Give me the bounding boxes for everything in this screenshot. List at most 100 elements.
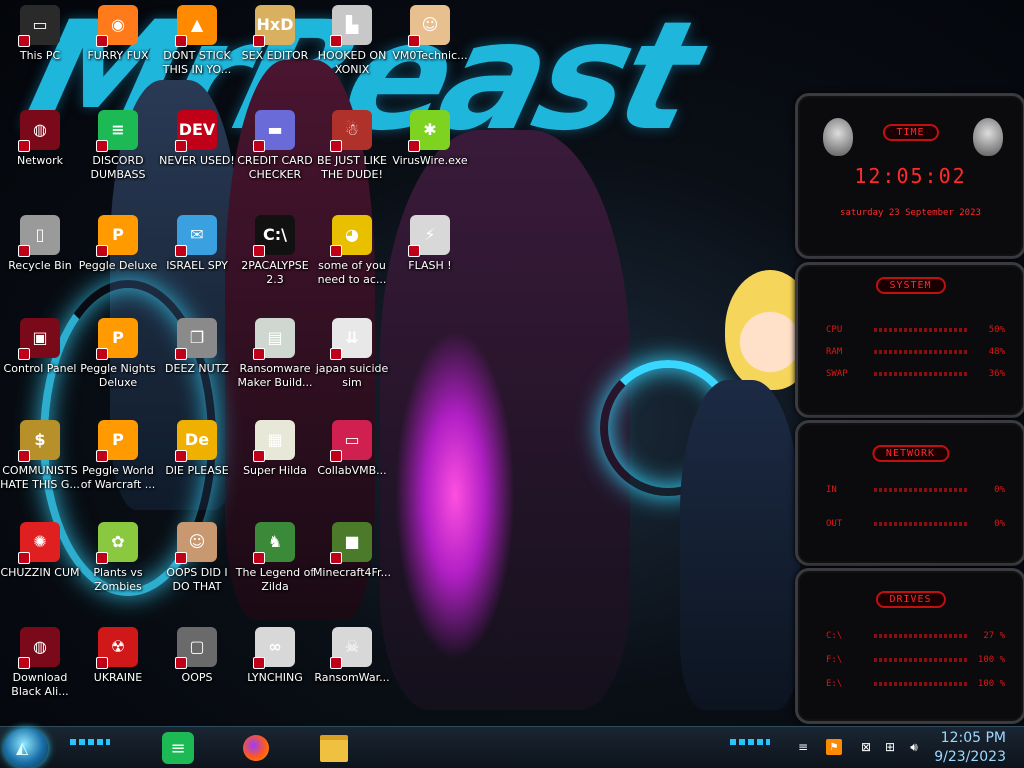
desktop-icon-12[interactable]: ▯ Recycle Bin (0, 215, 80, 273)
icon-label: OOPS DID I DO THAT (166, 566, 228, 593)
badge-icon (96, 657, 108, 669)
desktop-icon-27[interactable]: ▭ CollabVMB... (312, 420, 392, 478)
start-button[interactable]: ◭ (4, 728, 48, 768)
badge-icon (18, 245, 30, 257)
desktop-icon-37[interactable]: ☠ RansomWar... (312, 627, 392, 685)
file-icon: ⇊ (330, 318, 372, 360)
desktop-icon-1[interactable]: ◉ FURRY FUX (78, 5, 158, 63)
minecraft-icon: ■ (330, 522, 372, 564)
taskbar-file-explorer-button[interactable] (318, 732, 350, 764)
radiation-icon: ☢ (96, 627, 138, 669)
row-key: CPU (826, 325, 843, 335)
desktop-icon-29[interactable]: ✿ Plants vs Zombies (78, 522, 158, 594)
desktop-icon-33[interactable]: ◍ Download Black Ali... (0, 627, 80, 699)
desktop-icon-8[interactable]: DEV NEVER USED! (157, 110, 237, 168)
cpu-row: CPU 50% (826, 325, 1005, 335)
desktop-icon-34[interactable]: ☢ UKRAINE (78, 627, 158, 685)
dog-icon: ◕ (330, 215, 372, 257)
peggle-icon: P (96, 215, 138, 257)
desktop-icon-7[interactable]: ≡ DISCORD DUMBASS (78, 110, 158, 182)
taskbar-clock[interactable]: 12:05 PM 9/23/2023 (934, 729, 1006, 767)
desktop-icon-9[interactable]: ▬ CREDIT CARD CHECKER (235, 110, 315, 182)
desktop-icon-35[interactable]: ▢ OOPS (157, 627, 237, 685)
file-explorer-icon (320, 734, 348, 762)
desktop-icon-10[interactable]: ☃ BE JUST LIKE THE DUDE! (312, 110, 392, 182)
desktop-icon-21[interactable]: ▤ Ransomware Maker Build... (235, 318, 315, 390)
network-icon[interactable]: ⊞ (882, 739, 898, 755)
desktop-icon-13[interactable]: P Peggle Deluxe (78, 215, 158, 273)
desktop-icon-25[interactable]: De DIE PLEASE (157, 420, 237, 478)
gadget-title: DRIVES (875, 591, 946, 608)
time-gadget[interactable]: TIME 12:05:02 saturday 23 September 2023 (795, 93, 1024, 259)
flash-icon: ⚡ (408, 215, 450, 257)
desktop-icon-17[interactable]: ⚡ FLASH ! (390, 215, 470, 273)
icon-label: OOPS (181, 671, 213, 684)
desktop-icon-11[interactable]: ✱ VirusWire.exe (390, 110, 470, 168)
icon-label: The Legend of Zilda (235, 566, 315, 593)
desktop-icon-36[interactable]: ∞ LYNCHING (235, 627, 315, 685)
icon-label: HOOKED ON XONIX (317, 49, 387, 76)
badge-icon (175, 140, 187, 152)
volume-icon[interactable]: 🔊︎ (906, 739, 922, 755)
desktop-icon-22[interactable]: ⇊ japan suicide sim (312, 318, 392, 390)
alien-head-icon (973, 118, 1003, 156)
row-key: F:\ (826, 655, 843, 665)
desktop-icon-0[interactable]: ▭ This PC (0, 5, 80, 63)
taskbar-firefox-button[interactable] (240, 732, 272, 764)
desktop-icon-15[interactable]: C:\ 2PACALYPSE 2.3 (235, 215, 315, 287)
desktop-icon-28[interactable]: ✺ CHUZZIN CUM (0, 522, 80, 580)
desktop-icon-26[interactable]: ▦ Super Hilda (235, 420, 315, 478)
desktop-icon-6[interactable]: ◍ Network (0, 110, 80, 168)
desktop-icon-24[interactable]: P Peggle World of Warcraft ... (78, 420, 158, 492)
desktop-icon-5[interactable]: ☺ VM0Technic... (390, 5, 470, 63)
clock-time: 12:05 PM (940, 730, 1006, 746)
icon-label: This PC (19, 49, 61, 62)
badge-icon (18, 450, 30, 462)
system-gadget[interactable]: SYSTEM CPU 50% RAM 48% SWAP 36% (795, 262, 1024, 418)
desktop-icon-18[interactable]: ▣ Control Panel (0, 318, 80, 376)
desktop-icon-30[interactable]: ☺ OOPS DID I DO THAT (157, 522, 237, 594)
desktop-icon-23[interactable]: $ COMMUNISTS HATE THIS G... (0, 420, 80, 492)
action-center-icon[interactable]: ⊠ (858, 739, 874, 755)
icon-label: CollabVMB... (317, 464, 387, 477)
row-key: IN (826, 485, 837, 495)
row-bar (874, 634, 967, 638)
window-app-icon: ▤ (253, 318, 295, 360)
alien-network-icon: ◍ (18, 110, 60, 152)
network-gadget[interactable]: NETWORK IN 0% OUT 0% (795, 420, 1024, 566)
desktop-icon-19[interactable]: P Peggle Nights Deluxe (78, 318, 158, 390)
icon-label: DONT STICK THIS IN YO... (162, 49, 232, 76)
badge-icon (96, 245, 108, 257)
desktop-icon-32[interactable]: ■ Minecraft4Fr... (312, 522, 392, 580)
desktop-icon-31[interactable]: ♞ The Legend of Zilda (235, 522, 315, 594)
desktop-icon-16[interactable]: ◕ some of you need to ac... (312, 215, 392, 287)
gadget-date: saturday 23 September 2023 (840, 208, 981, 218)
icon-label: Network (17, 154, 63, 167)
drives-gadget[interactable]: DRIVES C:\ 27 % F:\ 100 % E:\ 100 % (795, 568, 1024, 724)
desktop-icon-14[interactable]: ✉ ISRAEL SPY (157, 215, 237, 273)
desktop[interactable]: MrBeast ▭ This PC ◍ Network ▯ Recycle Bin ▣ Con… (0, 0, 1024, 768)
taskbar-chat-button[interactable]: ≡ (162, 732, 194, 764)
show-desktop-icon[interactable]: ≡ (795, 739, 811, 755)
icon-label: CHUZZIN CUM (0, 566, 80, 579)
desktop-icon-3[interactable]: HxD SEX EDITOR (235, 5, 315, 63)
icon-label: LYNCHING (247, 671, 303, 684)
row-value: 27 % (983, 631, 1005, 641)
row-value: 50% (988, 325, 1005, 335)
desktop-icon-20[interactable]: ❐ DEEZ NUTZ (157, 318, 237, 376)
badge-icon (175, 35, 187, 47)
pixel-icon: ▦ (253, 420, 295, 462)
row-bar (874, 682, 967, 686)
desktop-icon-2[interactable]: ▲ DONT STICK THIS IN YO... (157, 5, 237, 77)
gadget-clock: 12:05:02 (854, 164, 967, 188)
ram-row: RAM 48% (826, 347, 1005, 357)
icon-label: CREDIT CARD CHECKER (237, 154, 313, 181)
rope-icon: ∞ (253, 627, 295, 669)
badge-icon (330, 657, 342, 669)
desktop-icon-4[interactable]: ▙ HOOKED ON XONIX (312, 5, 392, 77)
firefox-icon: ◉ (96, 5, 138, 47)
badge-icon (253, 35, 265, 47)
badge-icon (330, 245, 342, 257)
flag-icon[interactable]: ⚑ (826, 739, 842, 755)
icon-label: Peggle World of Warcraft ... (80, 464, 156, 491)
